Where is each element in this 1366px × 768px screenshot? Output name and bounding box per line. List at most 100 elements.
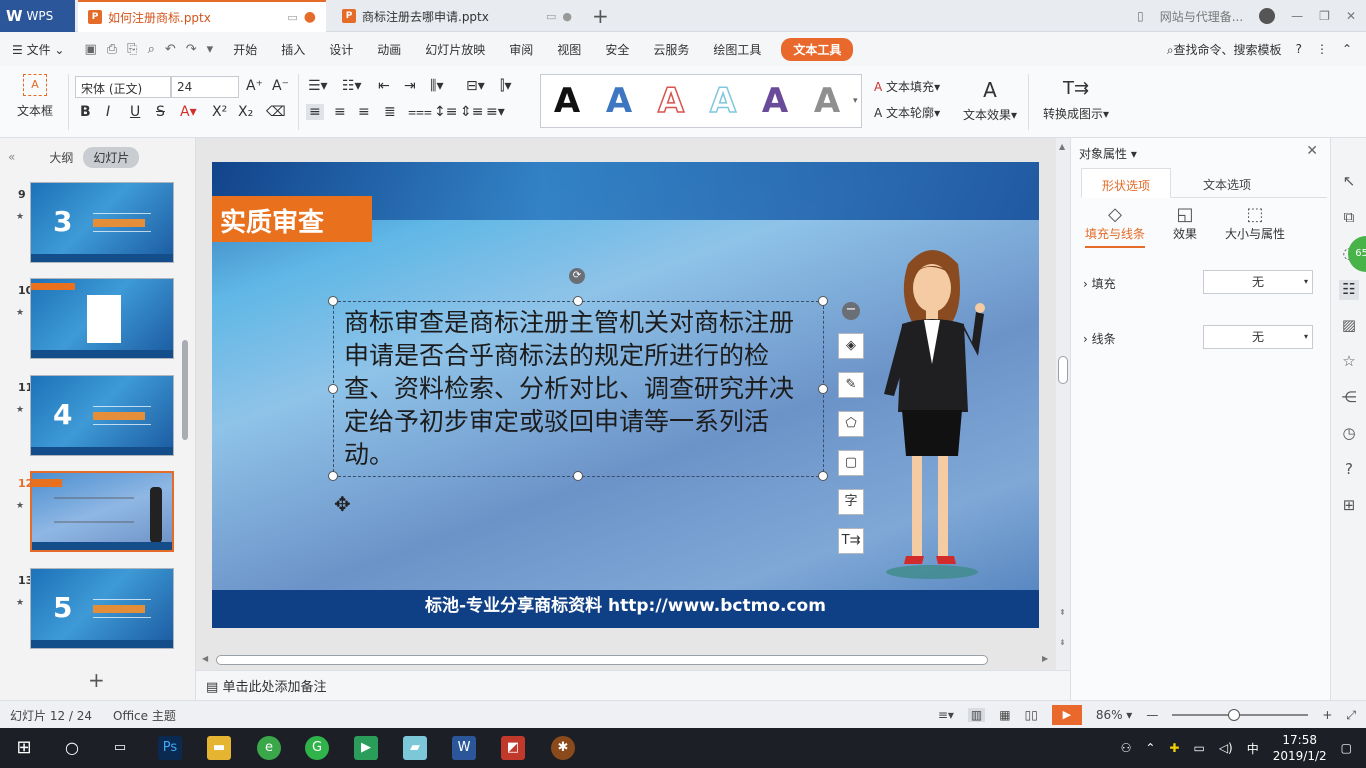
collapse-ribbon-icon[interactable]: ⌃ [1342, 42, 1352, 56]
menu-slideshow[interactable]: 幻灯片放映 [413, 41, 497, 58]
style-black-icon[interactable]: A [541, 81, 593, 121]
zoom-slider[interactable] [1172, 709, 1309, 721]
slide-preview-selected[interactable] [30, 471, 174, 552]
people-icon[interactable]: ⚇ [1121, 741, 1132, 755]
menu-review[interactable]: 审阅 [497, 41, 545, 58]
scroll-left-icon[interactable]: ◀ [202, 654, 208, 663]
slide[interactable]: 实质审查 ⟳ 商标审查是商标注册主管机关对商标注册申请是否合乎商标法的规定所进行… [212, 162, 1039, 628]
new-tab-icon[interactable]: + [592, 4, 609, 28]
menu-cloud[interactable]: 云服务 [641, 41, 701, 58]
justify-icon[interactable]: ≣ [384, 104, 396, 120]
menu-insert[interactable]: 插入 [269, 41, 317, 58]
photoshop-icon[interactable]: Ps [158, 736, 182, 760]
close-window-icon[interactable]: ✕ [1346, 9, 1356, 23]
print-icon[interactable]: ⎘ [127, 42, 137, 57]
align-left-icon[interactable]: ≡ [306, 104, 324, 120]
file-explorer-icon[interactable]: ▬ [207, 736, 231, 760]
font-color-icon[interactable]: A▾ [180, 104, 197, 120]
slide-thumb-13[interactable]: 13 ★ 5 [0, 568, 190, 652]
resize-handle[interactable] [328, 471, 338, 481]
menu-drawing-tools[interactable]: 绘图工具 [701, 41, 773, 58]
fill-row[interactable]: › 填充 无 ▾ [1083, 270, 1315, 294]
tab-window-icon[interactable]: ▭ [287, 11, 297, 24]
tab-window-icon[interactable]: ▭ [546, 10, 556, 23]
ime-indicator[interactable]: 中 [1247, 740, 1259, 757]
fill-bucket-icon[interactable]: ⬠ [838, 411, 864, 437]
align-right-icon[interactable]: ≡ [358, 104, 370, 120]
text-direction-icon[interactable]: ⫼▾ [430, 78, 443, 94]
search-circle-icon[interactable]: ○ [60, 736, 84, 760]
slide-body-text[interactable]: 商标审查是商标注册主管机关对商标注册申请是否合乎商标法的规定所进行的检查、资料检… [344, 306, 816, 471]
redo-icon[interactable]: ↷ [186, 42, 197, 57]
prev-slide-icon[interactable]: ⇞ [1059, 608, 1066, 617]
style-gray-icon[interactable]: A [801, 81, 853, 121]
italic-icon[interactable]: I [106, 104, 110, 120]
panel-title[interactable]: 对象属性 ▾ [1079, 145, 1137, 162]
window-layout-icon[interactable]: ▯ [1137, 9, 1144, 23]
style-blue-icon[interactable]: A [593, 81, 645, 121]
sub-fill-line[interactable]: ◇ 填充与线条 [1085, 204, 1145, 248]
numbering-icon[interactable]: ☷▾ [342, 78, 362, 94]
zoom-in-icon[interactable]: + [1322, 708, 1332, 722]
horizontal-scrollbar[interactable]: ◀ ▶ [196, 652, 1056, 668]
reading-view-icon[interactable]: ▯▯ [1025, 708, 1038, 722]
cursor-select-icon[interactable]: ↖ [1339, 172, 1359, 192]
apps-icon[interactable]: ⊞ [1339, 496, 1359, 516]
tray-expand-icon[interactable]: ⌃ [1145, 741, 1155, 755]
slide-footer[interactable]: 标池-专业分享商标资料 http://www.bctmo.com [212, 590, 1039, 628]
menu-design[interactable]: 设计 [317, 41, 365, 58]
superscript-icon[interactable]: X² [212, 104, 227, 120]
slide-preview[interactable] [30, 278, 174, 359]
save-icon[interactable]: ▣ [84, 42, 96, 57]
close-panel-icon[interactable]: ✕ [1306, 143, 1318, 159]
history-icon[interactable]: ◷ [1339, 424, 1359, 444]
distribute-icon[interactable]: ⩶ [408, 104, 432, 120]
zoom-knob[interactable] [1228, 709, 1241, 721]
restore-icon[interactable]: ❐ [1319, 9, 1330, 23]
tab-doc2[interactable]: P 商标注册去哪申请.pptx ▭ ● [332, 0, 582, 32]
notes-area[interactable]: ▤ 单击此处添加备注 [196, 670, 1070, 700]
windows-start-icon[interactable]: ⊞ [12, 736, 36, 760]
normal-view-icon[interactable]: ▥ [967, 708, 986, 722]
layers-icon[interactable]: ◈ [838, 333, 864, 359]
play-slideshow-icon[interactable]: ▶ [1051, 705, 1082, 725]
notification-icon[interactable]: ▢ [1341, 741, 1352, 755]
style-purple-icon[interactable]: A [749, 81, 801, 121]
media-app-icon[interactable]: ✱ [551, 736, 575, 760]
slide-thumb-12[interactable]: 12 ★ [0, 471, 190, 555]
tab-doc1[interactable]: P 如何注册商标.pptx ▭ ● [78, 0, 326, 32]
tab-text-options[interactable]: 文本选项 [1183, 168, 1271, 198]
line-row[interactable]: › 线条 无 ▾ [1083, 325, 1315, 349]
text-effect-button[interactable]: A 文本效果▾ [958, 78, 1022, 123]
task-view-icon[interactable]: ▭ [108, 736, 132, 760]
decrease-indent-icon[interactable]: ⇤ [378, 78, 390, 94]
next-slide-icon[interactable]: ⇟ [1059, 638, 1066, 647]
font-size-select[interactable]: 24 [171, 76, 239, 98]
fit-window-icon[interactable]: ⤢ [1346, 708, 1356, 723]
para-spacing-icon[interactable]: ⇕≡ [460, 104, 483, 120]
slide-preview[interactable]: 4 [30, 375, 174, 456]
text-style-icon[interactable]: 字 [838, 489, 864, 515]
text-outline-button[interactable]: A 文本轮廓▾ [874, 104, 940, 121]
tab-shape-options[interactable]: 形状选项 [1081, 168, 1172, 198]
resize-handle[interactable] [818, 296, 828, 306]
line-select[interactable]: 无 ▾ [1203, 325, 1313, 349]
hamburger-menu[interactable]: ☰ 文件 ⌄ [0, 41, 76, 58]
subscript-icon[interactable]: X₂ [238, 104, 253, 120]
favorite-icon[interactable]: ☆ [1339, 352, 1359, 372]
export-icon[interactable]: ⎙ [107, 42, 117, 57]
more-quick-icon[interactable]: ▾ [207, 42, 214, 57]
picture-icon[interactable]: ▨ [1339, 316, 1359, 336]
video-player-icon[interactable]: ▶ [354, 736, 378, 760]
collapse-panel-icon[interactable]: « [0, 150, 23, 164]
thumbs-scrollbar[interactable] [182, 340, 188, 440]
slide-preview[interactable]: 3 [30, 182, 174, 263]
menu-view[interactable]: 视图 [545, 41, 593, 58]
menu-text-tools[interactable]: 文本工具 [781, 37, 854, 61]
style-red-outline-icon[interactable]: A [645, 80, 697, 122]
vertical-scroll-thumb[interactable] [1058, 356, 1068, 384]
help-side-icon[interactable]: ? [1339, 460, 1359, 480]
theme-name[interactable]: Office 主题 [113, 707, 176, 724]
slide-thumb-10[interactable]: 10 ★ [0, 278, 190, 362]
resize-handle[interactable] [818, 384, 828, 394]
